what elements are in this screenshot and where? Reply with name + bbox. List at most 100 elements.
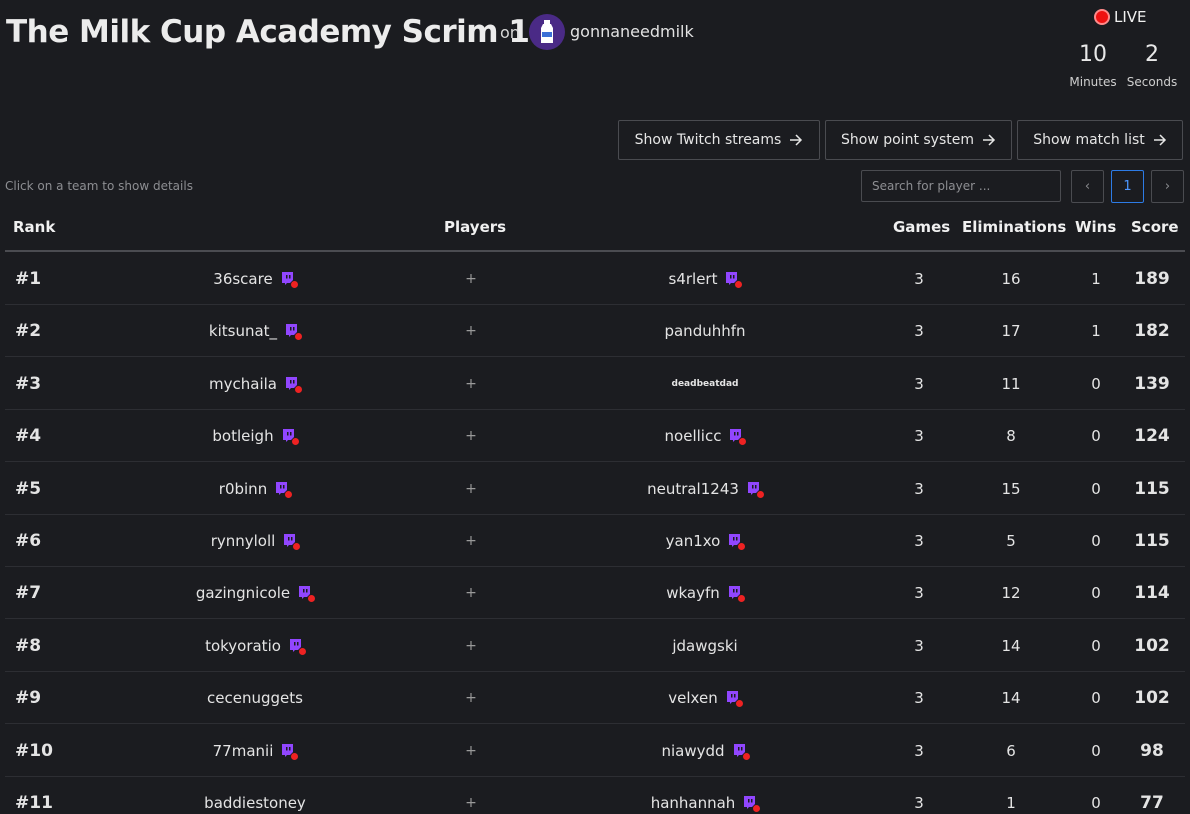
avatar[interactable] (529, 14, 565, 50)
live-dot-icon (737, 595, 745, 603)
twitch-icon[interactable] (280, 271, 298, 288)
player-search-input[interactable] (861, 170, 1061, 202)
table-row[interactable]: #5 r0binn + neutral1243 3 15 0 115 (5, 463, 1185, 515)
player-1-cell: 77manii (105, 725, 405, 777)
rank-cell: #6 (15, 531, 42, 551)
twitch-icon[interactable] (297, 585, 316, 603)
plus-icon: + (465, 375, 477, 392)
rank-cell: #1 (15, 269, 42, 289)
player-1-cell: 36scare (105, 253, 405, 305)
twitch-icon[interactable] (732, 743, 750, 760)
show-point-system-button[interactable]: Show point system (825, 120, 1012, 160)
score-cell: 98 (1140, 740, 1164, 761)
twitch-icon[interactable] (725, 690, 743, 708)
page-title: The Milk Cup Academy Scrim 1 (6, 14, 530, 50)
table-row[interactable]: #8 tokyoratio + jdawgski 3 14 0 102 (5, 620, 1185, 672)
rank-cell: #7 (15, 583, 42, 604)
show-twitch-streams-button[interactable]: Show Twitch streams (618, 120, 820, 160)
player-1-name: rynnyloll (210, 532, 276, 550)
live-dot-icon (735, 700, 743, 708)
rank-cell: #4 (15, 426, 42, 447)
games-cell: 3 (914, 741, 924, 760)
eliminations-cell: 8 (1006, 427, 1016, 446)
table-row[interactable]: #3 mychaila + deadbeatdad 3 11 0 139 (5, 358, 1185, 410)
games-cell: 3 (914, 584, 924, 603)
twitch-icon[interactable] (284, 376, 302, 393)
table-row[interactable]: #6 rynnyloll + yan1xo 3 5 0 115 (5, 515, 1185, 567)
timer-minutes-value: 10 (1079, 42, 1107, 67)
twitch-icon[interactable] (274, 481, 293, 498)
show-match-list-button[interactable]: Show match list (1017, 120, 1183, 160)
on-label: on (500, 23, 520, 42)
live-dot-icon (291, 438, 299, 446)
twitch-icon[interactable] (727, 533, 746, 550)
eliminations-cell: 6 (1006, 741, 1016, 760)
live-dot-icon (739, 438, 747, 446)
arrow-right-icon (790, 134, 803, 146)
twitch-icon[interactable] (746, 481, 764, 498)
player-2-cell: jdawgski (515, 620, 895, 672)
twitch-icon[interactable] (728, 428, 747, 446)
games-cell: 3 (914, 374, 924, 393)
column-header-score: Score (1131, 218, 1179, 236)
games-cell: 3 (914, 479, 924, 498)
table-row[interactable]: #9 cecenuggets + velxen 3 14 0 102 (5, 672, 1185, 725)
player-2-name: hanhannah (650, 794, 736, 812)
table-row[interactable]: #11 baddiestoney + hanhannah 3 1 0 77 (5, 777, 1185, 814)
pagination-page-1[interactable]: 1 (1111, 170, 1144, 203)
column-header-players: Players (444, 218, 507, 236)
wins-cell: 1 (1091, 322, 1101, 341)
player-1-cell: baddiestoney (105, 777, 405, 814)
player-1-cell: r0binn (105, 463, 405, 515)
player-2-name: panduhhfn (664, 322, 746, 341)
player-2-name: jdawgski (672, 636, 738, 655)
plus-icon: + (465, 585, 477, 602)
games-cell: 3 (914, 794, 924, 812)
player-1-name: gazingnicole (195, 584, 291, 603)
eliminations-cell: 14 (1001, 636, 1021, 655)
twitch-icon[interactable] (724, 271, 743, 288)
player-1-name: r0binn (218, 479, 268, 498)
column-header-eliminations: Eliminations (962, 218, 1067, 236)
twitch-icon[interactable] (727, 585, 745, 603)
table-hint: Click on a team to show details (5, 179, 193, 193)
twitch-icon[interactable] (281, 428, 299, 446)
arrow-right-icon (983, 134, 996, 146)
table-row[interactable]: #7 gazingnicole + wkayfn 3 12 0 114 (5, 567, 1185, 620)
eliminations-cell: 12 (1001, 584, 1021, 603)
player-2-name: wkayfn (666, 584, 720, 603)
twitch-icon[interactable] (284, 323, 303, 341)
player-2-cell: yan1xo (515, 515, 895, 567)
wins-cell: 0 (1091, 427, 1101, 446)
player-1-cell: botleigh (105, 410, 405, 462)
games-cell: 3 (914, 636, 924, 655)
show-point-system-label: Show point system (841, 132, 974, 148)
twitch-icon[interactable] (280, 743, 299, 760)
pagination-prev-button[interactable]: ‹ (1071, 170, 1104, 203)
score-cell: 115 (1134, 478, 1170, 499)
twitch-icon[interactable] (288, 638, 306, 655)
live-dot-icon (742, 752, 750, 760)
games-cell: 3 (914, 532, 924, 550)
plus-icon: + (465, 271, 477, 287)
table-row[interactable]: #2 kitsunat_ + panduhhfn 3 17 1 182 (5, 305, 1185, 358)
rank-cell: #5 (15, 478, 42, 499)
eliminations-cell: 17 (1001, 322, 1021, 341)
twitch-icon[interactable] (282, 533, 301, 550)
table-row[interactable]: #10 77manii + niawydd 3 6 0 98 (5, 725, 1185, 777)
timer-seconds-label: Seconds (1126, 75, 1178, 89)
twitch-icon[interactable] (742, 795, 761, 812)
player-2-name: yan1xo (665, 532, 721, 550)
plus-icon: + (465, 428, 477, 445)
player-1-name: mychaila (209, 374, 277, 393)
table-row[interactable]: #1 36scare + s4rlert 3 16 1 189 (5, 253, 1185, 305)
wins-cell: 0 (1091, 374, 1101, 393)
score-cell: 114 (1134, 583, 1170, 604)
table-row[interactable]: #4 botleigh + noellicc 3 8 0 124 (5, 410, 1185, 463)
live-dot-icon (738, 543, 746, 550)
header-divider (5, 250, 1185, 252)
score-cell: 139 (1134, 373, 1170, 394)
pagination-next-button[interactable]: › (1151, 170, 1184, 203)
owner-name[interactable]: gonnaneedmilk (570, 22, 694, 41)
player-1-cell: kitsunat_ (105, 305, 405, 357)
